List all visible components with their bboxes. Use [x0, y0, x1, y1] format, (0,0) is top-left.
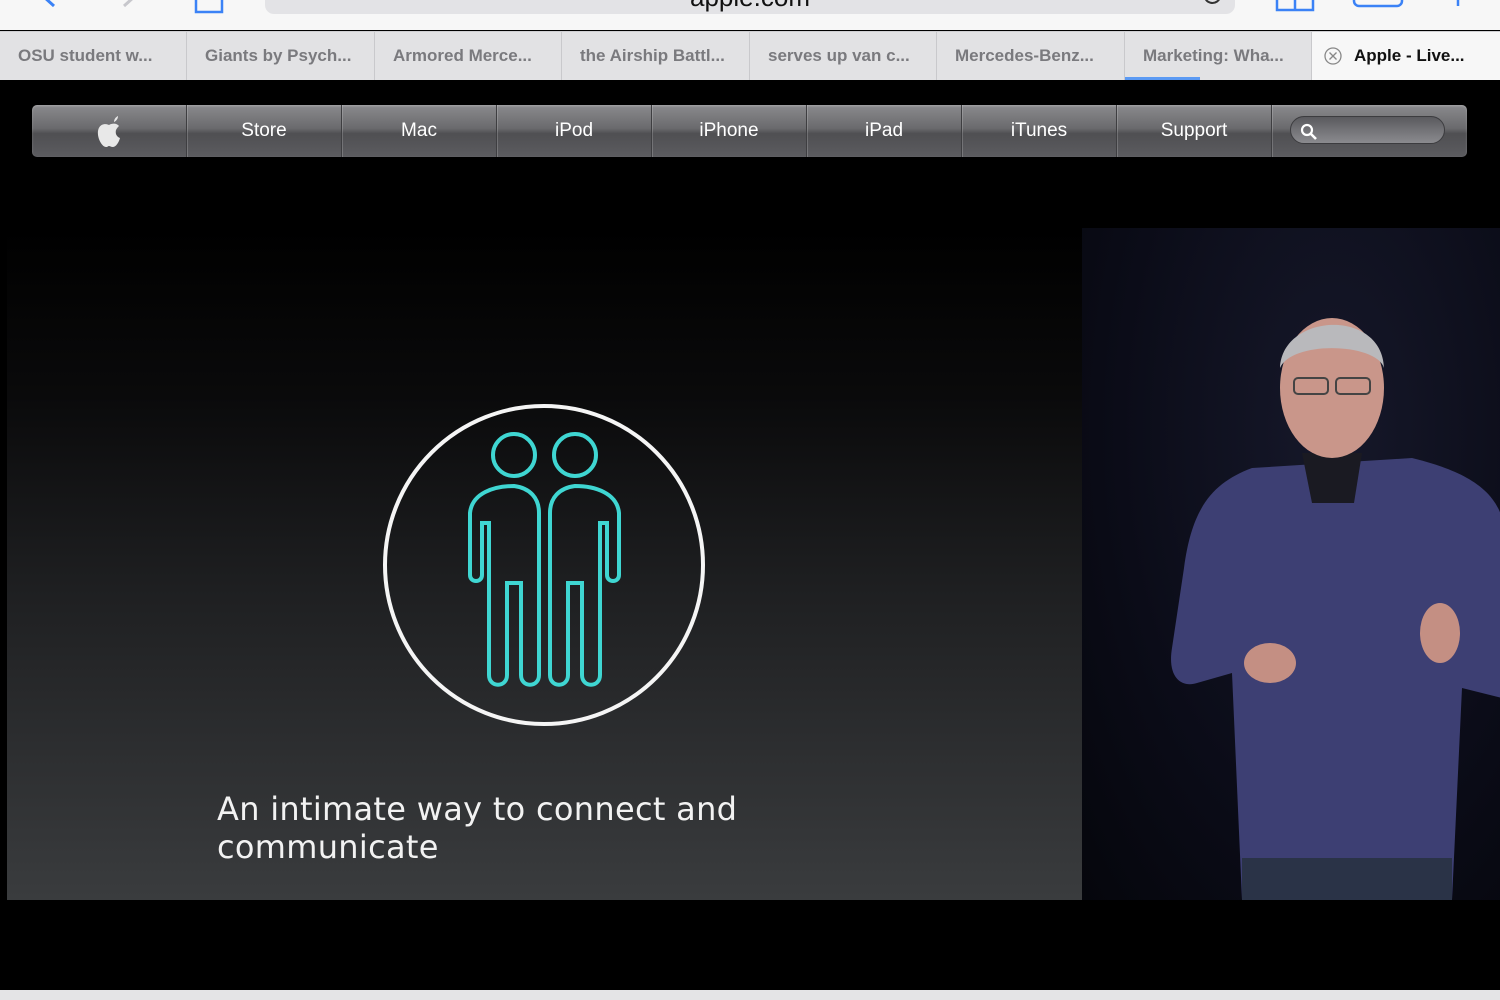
share-icon[interactable] [194, 0, 224, 14]
tab-label: Armored Merce... [393, 46, 532, 65]
tab-label: Apple - Live... [1354, 46, 1465, 65]
tab-osu-student[interactable]: OSU student w... [0, 32, 187, 80]
page-content: Store Mac iPod iPhone iPad iTunes Suppor… [0, 80, 1500, 990]
presenter-silhouette-icon [1171, 318, 1500, 900]
tab-strip: OSU student w... Giants by Psych... Armo… [0, 31, 1500, 81]
speaker-inset [1082, 228, 1500, 900]
url-text: apple.com [265, 0, 1235, 13]
tab-mercedes[interactable]: Mercedes-Benz... [937, 32, 1125, 80]
browser-toolbar: apple.com [0, 0, 1500, 30]
bottom-edge [0, 990, 1500, 1000]
tab-van[interactable]: serves up van c... [750, 32, 937, 80]
tab-label: OSU student w... [18, 46, 153, 65]
address-bar[interactable]: apple.com [265, 0, 1235, 14]
nav-item-support[interactable]: Support [1117, 105, 1272, 157]
tabs-icon[interactable] [1352, 0, 1404, 10]
nav-item-itunes[interactable]: iTunes [962, 105, 1117, 157]
two-people-icon [383, 404, 705, 726]
tab-airship[interactable]: the Airship Battl... [562, 32, 750, 80]
search-icon [1300, 123, 1317, 140]
nav-item-apple[interactable] [32, 105, 187, 157]
nav-item-iphone[interactable]: iPhone [652, 105, 807, 157]
nav-item-store[interactable]: Store [187, 105, 342, 157]
tab-label: Mercedes-Benz... [955, 46, 1094, 65]
keynote-video[interactable]: An intimate way to connect and communica… [7, 228, 1500, 900]
tab-label: serves up van c... [768, 46, 910, 65]
nav-item-mac[interactable]: Mac [342, 105, 497, 157]
close-tab-icon[interactable] [1324, 47, 1342, 65]
nav-item-ipod[interactable]: iPod [497, 105, 652, 157]
tab-apple-live[interactable]: Apple - Live... [1312, 32, 1500, 80]
video-caption: An intimate way to connect and communica… [217, 790, 738, 866]
nav-item-ipad[interactable]: iPad [807, 105, 962, 157]
forward-icon[interactable] [118, 0, 140, 8]
tab-marketing[interactable]: Marketing: Wha... [1125, 32, 1312, 80]
reload-icon[interactable] [1201, 0, 1223, 6]
tab-giants[interactable]: Giants by Psych... [187, 32, 375, 80]
tab-label: Marketing: Wha... [1143, 46, 1284, 65]
back-icon[interactable] [38, 0, 60, 8]
new-tab-icon[interactable] [1448, 0, 1468, 8]
tab-armored[interactable]: Armored Merce... [375, 32, 562, 80]
apple-logo-icon [97, 116, 120, 147]
nav-search [1272, 105, 1467, 157]
apple-global-nav: Store Mac iPod iPhone iPad iTunes Suppor… [32, 105, 1467, 157]
tab-label: the Airship Battl... [580, 46, 725, 65]
tab-label: Giants by Psych... [205, 46, 352, 65]
bookmarks-icon[interactable] [1275, 0, 1315, 14]
